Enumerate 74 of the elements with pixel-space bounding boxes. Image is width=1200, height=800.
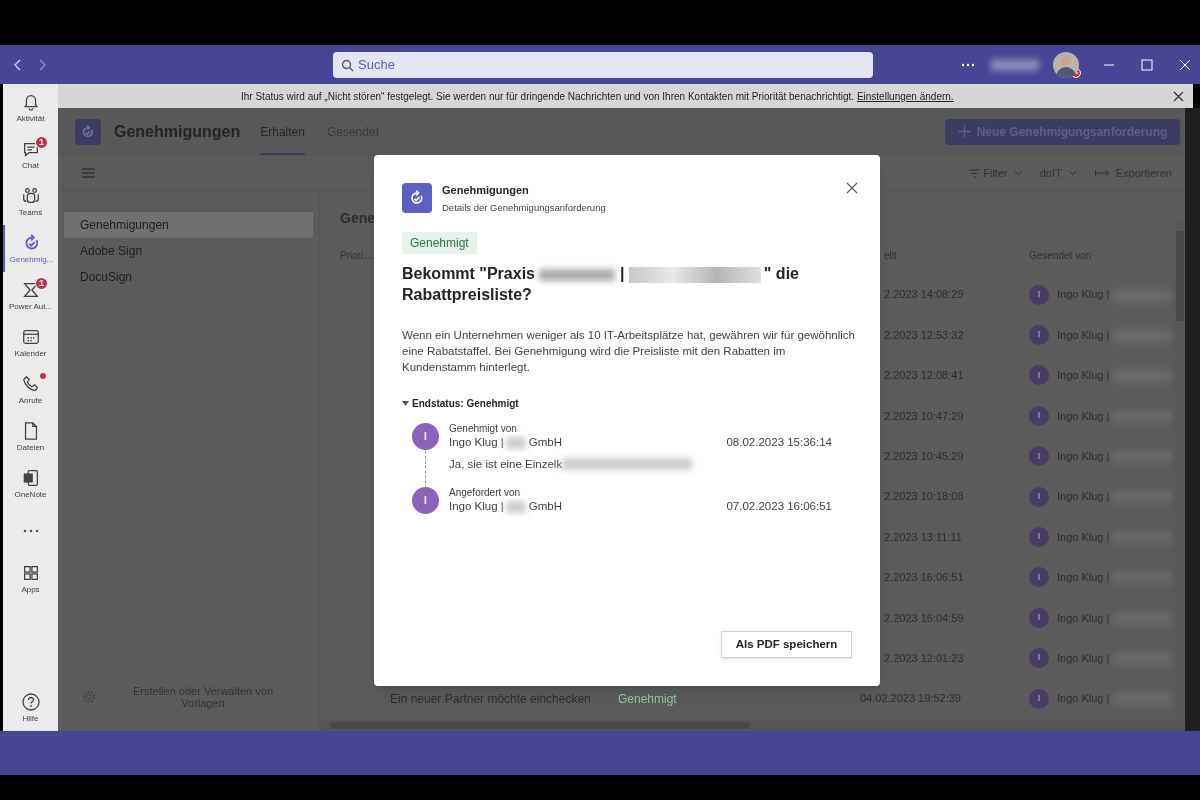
company-name: GmbH [528, 434, 562, 450]
people-icon [20, 185, 41, 206]
chevron-down-icon [1013, 170, 1023, 176]
more-apps-icon[interactable] [22, 529, 39, 533]
rail-item[interactable]: Chat 1 [3, 131, 58, 178]
dialog-app-name: Genehmigungen [442, 183, 530, 198]
back-icon[interactable] [13, 57, 23, 72]
dialog-title: Bekommt "Praxis [402, 264, 535, 282]
search-field[interactable]: Suche [333, 51, 873, 78]
close-icon[interactable] [1173, 90, 1184, 102]
final-status-toggle[interactable]: Endstatus: Genehmigt [402, 395, 852, 411]
do-not-disturb-icon [1071, 67, 1081, 78]
help-button[interactable]: Hilfe [21, 693, 40, 725]
chevron-down-icon [1067, 170, 1077, 176]
avatar: I [412, 487, 439, 514]
avatar: I [1029, 284, 1049, 305]
rail-item[interactable]: Power Aut... 1 [3, 272, 58, 319]
timeline-role: Genehmigt von [449, 422, 518, 435]
more-icon[interactable] [961, 62, 975, 67]
status-badge: Genehmigt [402, 231, 477, 254]
status-text: Genehmigt [618, 690, 678, 708]
dialog-subtitle: Details der Genehmigungsanforderung [442, 200, 606, 215]
avatar: I [1029, 405, 1049, 426]
caret-icon [402, 400, 409, 406]
timestamp: 07.02.2023 16:06:51 [726, 499, 832, 514]
redaction-blur [991, 59, 1039, 72]
dialog-title: | [619, 264, 625, 282]
rail-item[interactable]: Aktivität [3, 84, 58, 131]
timeline-role: Angefordert von [449, 487, 522, 499]
redaction-blur [505, 436, 526, 449]
plus-icon [957, 125, 971, 138]
comment-text: Ja, sie ist eine Einzelk [449, 456, 563, 472]
rail-item[interactable]: Apps [3, 555, 58, 602]
help-icon [21, 693, 40, 711]
rail-item[interactable]: OneNote [3, 460, 58, 507]
company-name: GmbH [528, 499, 562, 514]
avatar: I [412, 422, 439, 450]
avatar: I [1029, 325, 1049, 346]
avatar: I [1029, 365, 1049, 386]
dialog-title: " die [763, 264, 799, 282]
redaction-blur [505, 500, 526, 513]
save-pdf-button[interactable]: Als PDF speichern [721, 631, 852, 658]
vertical-scrollbar[interactable] [1175, 221, 1185, 721]
search-icon [341, 58, 354, 72]
user-avatar[interactable] [1053, 51, 1079, 78]
avatar: I [1029, 446, 1049, 467]
rail-item[interactable]: Kalender [3, 319, 58, 366]
avatar: I [1029, 607, 1049, 628]
avatar: I [1029, 648, 1049, 669]
avatar: I [1029, 486, 1049, 507]
dialog-description: Wenn ein Unternehmen weniger als 10 IT-Arbeitsplätze hat, gewähren wir für gewöhnlich eine Rabatstaffel. Bei Genehmigung wird die Preisliste mit den Rabatten im Kundenstamm hinterlegt. [402, 327, 856, 375]
timestamp: 08.02.2023 15:36:14 [726, 434, 832, 450]
avatar: I [1029, 688, 1049, 709]
person-name: Ingo Klug | [449, 499, 504, 514]
arrow-right-icon [1094, 169, 1110, 177]
filter-icon [969, 168, 981, 178]
close-icon[interactable] [846, 182, 858, 195]
avatar: I [1029, 527, 1049, 548]
count-badge: 1 [35, 136, 48, 149]
count-badge: 1 [35, 277, 48, 290]
notification-text: Ihr Status wird auf „Nicht stören“ festgelegt. Sie werden nur für dringende Nachrichten und von Ihren Kontakten mit Priorität benachrichtigt. Einstellungen ändern. [241, 89, 954, 104]
maximize-icon[interactable] [1141, 58, 1153, 71]
timeline-connector [425, 450, 426, 488]
phone-icon [20, 373, 41, 394]
rail-item[interactable]: Dateien [3, 413, 58, 460]
settings-link[interactable]: Einstellungen ändern. [856, 90, 954, 102]
dialog-title: Rabattpreisliste? [402, 285, 532, 303]
rail-item[interactable]: Teams [3, 178, 58, 225]
forward-icon[interactable] [37, 57, 47, 72]
person-name: Ingo Klug | [449, 434, 504, 450]
avatar: I [1029, 567, 1049, 588]
horizontal-scrollbar[interactable] [320, 720, 1185, 731]
rail-item[interactable]: Anrufe [3, 366, 58, 413]
circular-check-icon [80, 123, 96, 140]
